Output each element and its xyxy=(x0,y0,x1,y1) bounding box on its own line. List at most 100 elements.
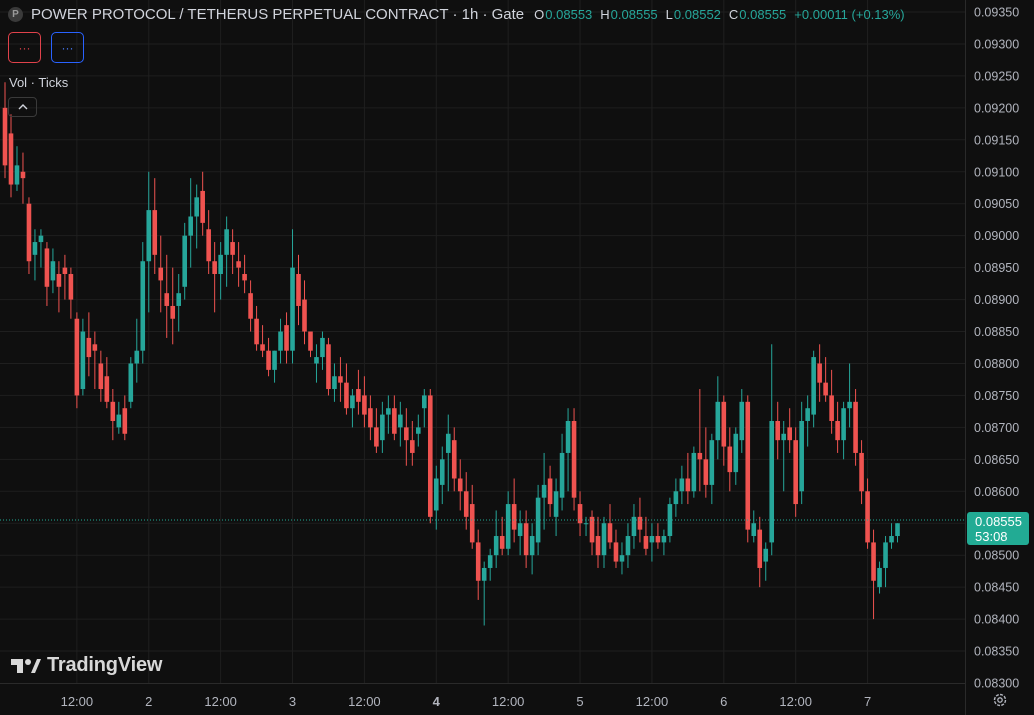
candle-up xyxy=(176,293,182,306)
indicator-buttons: ··· ··· xyxy=(8,32,84,63)
candle-up xyxy=(841,408,846,441)
change-value: +0.00011 (+0.13%) xyxy=(794,7,905,22)
collapse-button[interactable] xyxy=(8,97,37,117)
candle-up xyxy=(763,548,769,562)
candle-up xyxy=(182,235,187,287)
candle-down xyxy=(284,325,289,351)
candle-down xyxy=(595,536,601,556)
candle-up xyxy=(350,395,355,409)
candle-up xyxy=(895,523,900,537)
candle-down xyxy=(469,504,475,543)
candle-down xyxy=(170,305,176,319)
candle-down xyxy=(356,389,361,402)
candle-up xyxy=(709,440,715,485)
candle-down xyxy=(451,440,457,479)
candle-up xyxy=(38,235,44,243)
candle-up xyxy=(194,197,199,217)
y-tick-label: 0.08900 xyxy=(974,293,1019,307)
x-tick-label: 12:00 xyxy=(636,694,669,709)
candle-up xyxy=(224,229,229,255)
x-tick-label: 7 xyxy=(864,694,871,709)
candle-up xyxy=(278,331,283,351)
indicator-button-blue[interactable]: ··· xyxy=(51,32,84,63)
candle-down xyxy=(589,516,595,543)
candle-down xyxy=(523,523,529,556)
x-tick-label: 12:00 xyxy=(204,694,237,709)
y-tick-label: 0.08300 xyxy=(974,677,1019,691)
tradingview-logo[interactable]: TradingView xyxy=(11,654,162,677)
candle-up xyxy=(553,491,559,517)
candle-down xyxy=(643,536,649,549)
candle-up xyxy=(218,254,223,275)
candle-down xyxy=(122,408,128,434)
candle-up xyxy=(649,536,655,543)
candle-down xyxy=(206,229,211,262)
y-tick-label: 0.09050 xyxy=(974,197,1019,211)
candle-up xyxy=(32,242,38,255)
y-tick-label: 0.08350 xyxy=(974,645,1019,659)
x-tick-label: 4 xyxy=(433,694,441,709)
y-tick-label: 0.08700 xyxy=(974,421,1019,435)
candle-up xyxy=(380,414,385,441)
x-tick-label: 6 xyxy=(720,694,727,709)
candle-down xyxy=(745,401,751,530)
candle-down xyxy=(86,337,92,358)
y-tick-label: 0.09250 xyxy=(974,69,1019,83)
candle-up xyxy=(679,478,685,492)
candle-down xyxy=(260,344,265,351)
candle-up xyxy=(673,491,679,505)
candle-down xyxy=(457,478,463,492)
open-label: O xyxy=(534,7,545,22)
candle-down xyxy=(463,491,469,517)
candle-down xyxy=(499,536,505,549)
candle-up xyxy=(314,357,319,364)
candle-up xyxy=(625,536,631,556)
y-tick-label: 0.08650 xyxy=(974,453,1019,467)
candle-down xyxy=(230,242,235,255)
y-tick-label: 0.09150 xyxy=(974,133,1019,147)
candle-down xyxy=(308,331,313,351)
candle-down xyxy=(158,267,164,281)
candle-down xyxy=(392,408,397,434)
candle-up xyxy=(661,536,667,543)
candle-up xyxy=(439,459,445,485)
low-value: 0.08552 xyxy=(673,7,721,22)
indicator-button-red[interactable]: ··· xyxy=(8,32,41,63)
candle-up xyxy=(140,261,146,351)
candle-up xyxy=(14,165,20,185)
last-price: 0.08555 xyxy=(975,514,1022,529)
y-tick-label: 0.09100 xyxy=(974,165,1019,179)
candle-up xyxy=(517,523,523,537)
candle-down xyxy=(757,529,763,568)
candle-up xyxy=(769,420,775,543)
candle-down xyxy=(853,401,858,453)
candle-down xyxy=(8,133,14,185)
volume-indicator-label[interactable]: Vol · Ticks xyxy=(9,75,68,90)
candle-up xyxy=(799,420,804,492)
candle-up xyxy=(781,433,786,441)
candle-down xyxy=(212,261,217,275)
candle-down xyxy=(44,248,50,287)
candle-down xyxy=(871,542,876,581)
candle-down xyxy=(787,427,792,441)
chart-canvas[interactable]: 0.09350 0.09300 0.09250 0.09200 0.09150 0.091… xyxy=(0,0,1034,715)
candle-down xyxy=(703,459,709,485)
bar-countdown: 53:08 xyxy=(975,529,1008,544)
candle-up xyxy=(50,261,56,281)
candle-down xyxy=(721,401,727,447)
x-tick-label: 12:00 xyxy=(492,694,525,709)
candle-up xyxy=(332,376,337,390)
candle-up xyxy=(619,555,625,562)
candle-down xyxy=(2,107,8,166)
gear-icon[interactable] xyxy=(992,692,1008,708)
y-tick-label: 0.08950 xyxy=(974,261,1019,275)
candle-up xyxy=(733,433,739,473)
candle-down xyxy=(374,427,379,447)
candle-down xyxy=(338,376,343,383)
candle-down xyxy=(296,274,301,306)
candle-down xyxy=(62,267,68,275)
symbol-title[interactable]: POWER PROTOCOL / TETHERUS PERPETUAL CONT… xyxy=(31,6,524,23)
x-tick-label: 12:00 xyxy=(61,694,94,709)
candle-up xyxy=(541,484,547,498)
candle-down xyxy=(404,427,409,441)
